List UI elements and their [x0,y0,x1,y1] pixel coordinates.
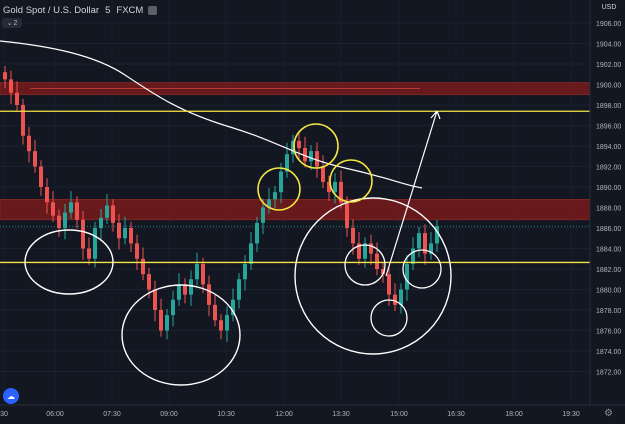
price-tick-label: 1892.00 [596,165,621,172]
candle-up[interactable] [417,233,421,249]
candle-up[interactable] [261,207,265,223]
exchange-label: FXCM [116,4,144,16]
candle-down[interactable] [207,284,211,305]
candle-down[interactable] [21,105,25,136]
gear-icon[interactable]: ⚙ [604,408,613,419]
candle-down[interactable] [183,284,187,295]
timeframe-label[interactable]: 5 [105,5,110,16]
price-tick-label: 1894.00 [596,144,621,151]
candle-down[interactable] [393,294,397,305]
price-tick-label: 1886.00 [596,226,621,233]
candle-down[interactable] [213,304,217,321]
candle-down[interactable] [27,135,31,152]
candle-down[interactable] [9,79,13,93]
time-tick-label: 09:00 [160,411,178,418]
time-tick-label: 15:00 [390,411,408,418]
candle-down[interactable] [147,274,151,290]
candle-down[interactable] [81,219,85,249]
price-tick-label: 1906.00 [596,21,621,28]
candle-down[interactable] [51,202,55,216]
candle-up[interactable] [279,171,283,193]
candle-down[interactable] [297,140,301,149]
price-tick-label: 1896.00 [596,124,621,131]
candle-down[interactable] [129,228,133,244]
symbol-name[interactable]: Gold Spot / U.S. Dollar [3,5,99,16]
collapse-indicators-button[interactable]: ⌄ 2 [2,18,22,28]
candle-down[interactable] [387,274,391,295]
candle-up[interactable] [249,243,253,264]
candle-down[interactable] [45,187,49,203]
candle-up[interactable] [195,263,199,280]
price-tick-label: 1900.00 [596,83,621,90]
candle-up[interactable] [69,202,73,213]
candle-up[interactable] [177,284,181,300]
price-chart[interactable]: 1897.391882.641886.1701:57 1906.001904.0… [0,0,625,424]
time-tick-label: 07:30 [103,411,121,418]
candle-down[interactable] [351,228,355,244]
candle-down[interactable] [219,320,223,331]
price-tick-label: 1904.00 [596,42,621,49]
candle-up[interactable] [171,299,175,316]
time-tick-label: 06:00 [46,411,64,418]
candle-up[interactable] [105,205,109,218]
candle-down[interactable] [321,166,325,182]
candle-up[interactable] [63,212,67,228]
candle-up[interactable] [237,279,241,300]
status-indicator [148,5,158,15]
candle-down[interactable] [15,92,19,105]
currency-label: USD [601,4,617,11]
candle-down[interactable] [159,310,163,331]
time-tick-label: 18:00 [505,411,523,418]
candle-up[interactable] [333,181,337,193]
price-tick-label: 1884.00 [596,247,621,254]
price-tick-label: 1898.00 [596,103,621,110]
candle-down[interactable] [33,151,37,167]
candle-down[interactable] [135,243,139,259]
time-tick-label: 19:30 [562,411,580,418]
time-tick-label: 12:00 [275,411,293,418]
candle-up[interactable] [93,228,97,259]
indicator-count: 2 [13,19,18,27]
candle-up[interactable] [309,151,313,162]
candle-down[interactable] [201,263,205,285]
candle-up[interactable] [243,263,247,280]
candle-down[interactable] [87,248,91,259]
price-tick-label: 1878.00 [596,308,621,315]
price-tick-label: 1882.00 [596,267,621,274]
candle-down[interactable] [39,166,43,188]
symbol-header[interactable]: Gold Spot / U.S. Dollar 5 FXCM [0,3,158,17]
candle-up[interactable] [225,315,229,331]
candle-up[interactable] [411,248,415,264]
candle-down[interactable] [111,205,115,223]
time-tick-label: 16:30 [447,411,465,418]
price-tick-label: 1880.00 [596,288,621,295]
price-tick-label: 1902.00 [596,62,621,69]
candle-down[interactable] [375,253,379,269]
price-tick-label: 1888.00 [596,206,621,213]
time-tick-label: 30 [0,411,8,418]
candle-down[interactable] [75,202,79,220]
candle-down[interactable] [345,202,349,228]
price-tick-label: 1876.00 [596,329,621,336]
candle-down[interactable] [117,222,121,239]
candle-up[interactable] [405,263,409,290]
chevron-down-icon: ⌄ [6,20,13,27]
candle-down[interactable] [141,258,145,275]
time-tick-label: 13:30 [332,411,350,418]
candle-up[interactable] [165,315,169,331]
price-tick-label: 1874.00 [596,349,621,356]
candle-up[interactable] [123,228,127,239]
candle-down[interactable] [3,72,7,80]
tradingview-logo-icon[interactable]: ☁ [3,388,19,404]
candle-up[interactable] [273,192,277,200]
candle-up[interactable] [189,279,193,295]
candle-up[interactable] [399,289,403,305]
candle-down[interactable] [315,151,319,167]
candle-down[interactable] [153,289,157,311]
price-tick-label: 1890.00 [596,185,621,192]
price-tick-label: 1872.00 [596,370,621,377]
time-tick-label: 10:30 [217,411,235,418]
